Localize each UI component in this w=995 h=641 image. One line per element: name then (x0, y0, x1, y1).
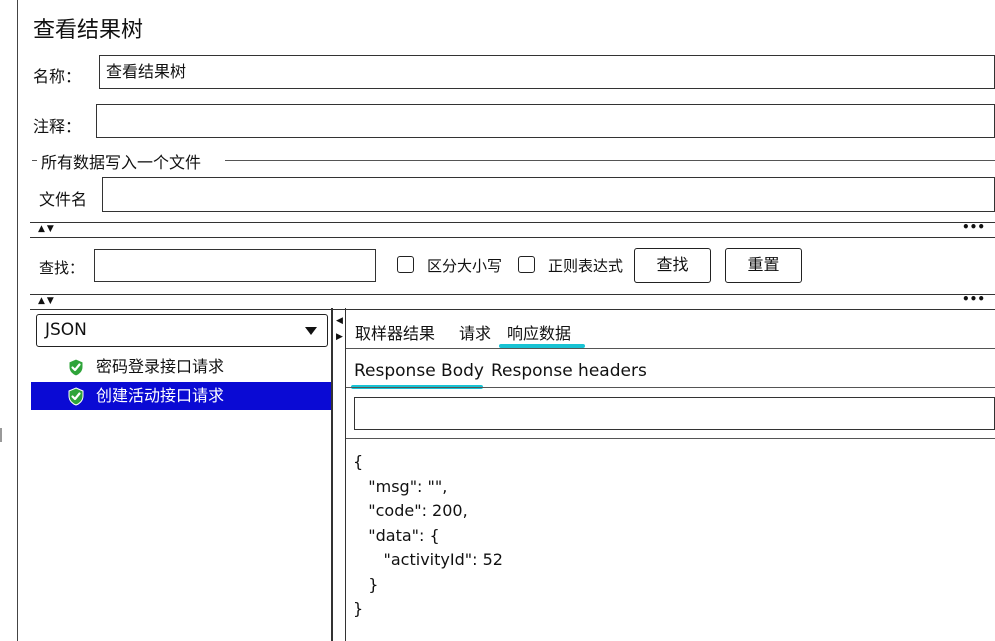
subtab-response-body[interactable]: Response Body (354, 361, 484, 381)
renderer-select[interactable]: JSON (36, 314, 328, 347)
tab-request[interactable]: 请求 (459, 320, 491, 344)
response-search-input[interactable] (354, 397, 995, 430)
find-button[interactable]: 查找 (634, 248, 711, 283)
panel-divider[interactable] (331, 308, 333, 641)
collapse-arrows-icon[interactable]: ▲▼ (38, 223, 56, 235)
name-field[interactable]: 查看结果树 (99, 55, 995, 89)
reset-button[interactable]: 重置 (725, 248, 802, 283)
tree-item-label: 密码登录接口请求 (96, 357, 225, 376)
tree-item-label: 创建活动接口请求 (96, 386, 225, 405)
regex-label: 正则表达式 (548, 257, 624, 275)
collapse-left-arrow-icon[interactable]: ◀ (336, 316, 343, 326)
file-group-label: 所有数据写入一个文件 (41, 153, 202, 172)
response-divider (346, 438, 995, 439)
splitter-top[interactable]: ▲▼ ••• (30, 221, 995, 238)
regex-checkbox[interactable] (518, 256, 535, 273)
comment-label: 注释： (33, 117, 82, 136)
search-label: 查找： (39, 259, 85, 277)
filename-label: 文件名 (39, 190, 88, 209)
page-title: 查看结果树 (33, 18, 144, 43)
more-dots-icon[interactable]: ••• (962, 221, 985, 233)
collapse-arrows-icon[interactable]: ▲▼ (38, 295, 56, 307)
group-border-left (32, 160, 37, 161)
more-dots-icon[interactable]: ••• (962, 293, 985, 305)
window-edge-marker (0, 428, 2, 442)
filename-field[interactable] (102, 177, 995, 212)
splitter-bottom[interactable]: ▲▼ ••• (30, 293, 995, 310)
window-left-border (17, 0, 18, 641)
green-shield-check-icon (67, 358, 85, 377)
tree-item[interactable]: 创建活动接口请求 (31, 382, 331, 410)
panel-divider-inner (345, 308, 346, 641)
case-sensitive-checkbox[interactable] (397, 256, 414, 273)
name-label: 名称： (33, 67, 82, 86)
tab-sampler-result[interactable]: 取样器结果 (355, 320, 435, 344)
subtab-response-headers[interactable]: Response headers (491, 361, 647, 381)
comment-field[interactable] (96, 104, 995, 138)
tree-item[interactable]: 密码登录接口请求 (31, 353, 331, 381)
expand-right-arrow-icon[interactable]: ▶ (336, 332, 343, 342)
tabs-divider (346, 348, 995, 349)
group-border-top (225, 160, 995, 161)
renderer-select-value: JSON (45, 320, 87, 340)
chevron-down-icon[interactable] (305, 327, 317, 335)
tab-response-data[interactable]: 响应数据 (507, 320, 571, 344)
response-body-text[interactable]: { "msg": "", "code": 200, "data": { "act… (353, 450, 503, 622)
green-shield-check-icon (67, 387, 85, 406)
search-input[interactable] (94, 249, 376, 282)
case-sensitive-label: 区分大小写 (427, 257, 503, 275)
subtabs-divider (346, 387, 995, 388)
